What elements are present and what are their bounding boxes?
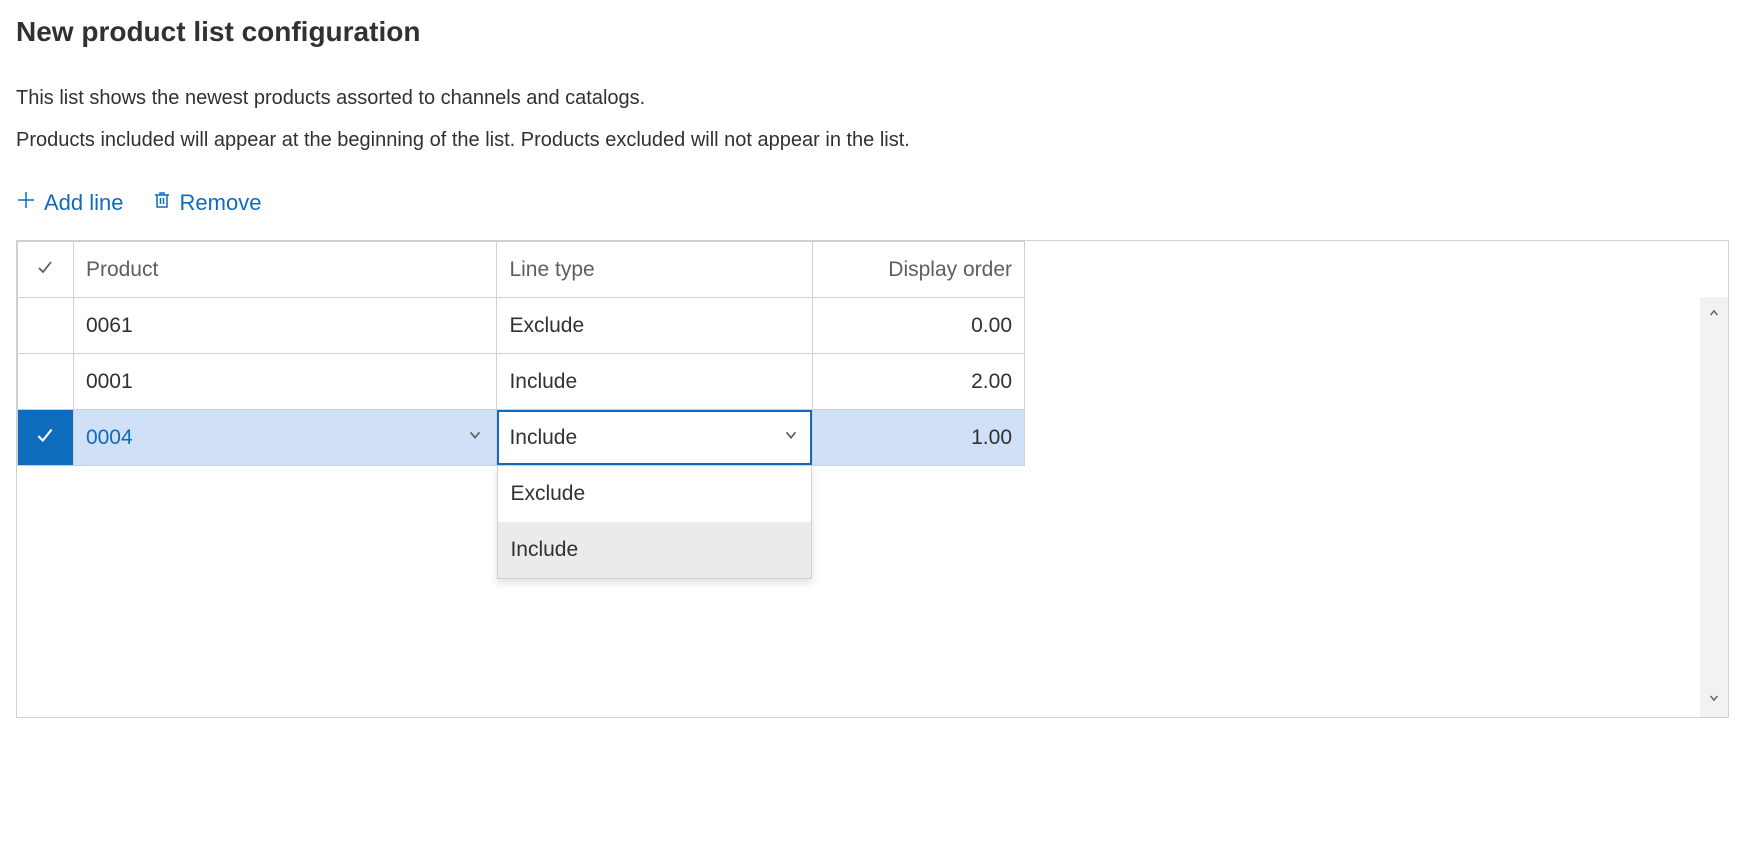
product-cell[interactable]: 0001	[73, 354, 497, 410]
display-order-cell[interactable]: 2.00	[813, 354, 1025, 410]
display-order-cell[interactable]: 0.00	[813, 298, 1025, 354]
product-value: 0004	[86, 426, 133, 450]
product-grid: Product Line type Display order 0061 Exc…	[16, 240, 1729, 718]
row-selector[interactable]	[18, 410, 74, 466]
trash-icon	[152, 190, 172, 216]
product-cell[interactable]: 0004	[73, 410, 497, 466]
column-header-display-order[interactable]: Display order	[813, 242, 1025, 298]
product-cell[interactable]: 0061	[73, 298, 497, 354]
row-selector[interactable]	[18, 354, 74, 410]
plus-icon	[16, 190, 36, 216]
add-line-button[interactable]: Add line	[16, 190, 124, 216]
remove-button[interactable]: Remove	[152, 190, 262, 216]
dropdown-option-include[interactable]: Include	[498, 522, 811, 578]
checkmark-icon	[35, 259, 55, 282]
line-type-dropdown: Exclude Include	[497, 465, 812, 579]
header-row: Product Line type Display order	[18, 242, 1025, 298]
column-header-product[interactable]: Product	[73, 242, 497, 298]
line-type-cell[interactable]: Include Exclude Include	[497, 410, 813, 466]
table-row[interactable]: 0001 Include 2.00	[18, 354, 1025, 410]
description-line-1: This list shows the newest products asso…	[16, 84, 1729, 112]
vertical-scrollbar[interactable]	[1700, 297, 1728, 717]
toolbar: Add line Remove	[16, 190, 1729, 216]
remove-label: Remove	[180, 190, 262, 216]
table-row[interactable]: 0061 Exclude 0.00	[18, 298, 1025, 354]
line-type-value: Include	[509, 426, 577, 450]
line-type-cell[interactable]: Include	[497, 354, 813, 410]
column-header-line-type[interactable]: Line type	[497, 242, 813, 298]
line-type-select[interactable]: Include	[497, 410, 812, 465]
checkmark-icon	[34, 428, 56, 451]
line-type-cell[interactable]: Exclude	[497, 298, 813, 354]
display-order-cell[interactable]: 1.00	[813, 410, 1025, 466]
add-line-label: Add line	[44, 190, 124, 216]
description-line-2: Products included will appear at the beg…	[16, 126, 1729, 154]
chevron-up-icon[interactable]	[1707, 303, 1721, 326]
chevron-down-icon[interactable]	[466, 426, 484, 450]
table-row[interactable]: 0004 Include	[18, 410, 1025, 466]
page-title: New product list configuration	[16, 16, 1729, 48]
chevron-down-icon[interactable]	[1707, 688, 1721, 711]
chevron-down-icon[interactable]	[782, 426, 800, 450]
row-selector[interactable]	[18, 298, 74, 354]
select-all-header[interactable]	[18, 242, 74, 298]
dropdown-option-exclude[interactable]: Exclude	[498, 466, 811, 522]
